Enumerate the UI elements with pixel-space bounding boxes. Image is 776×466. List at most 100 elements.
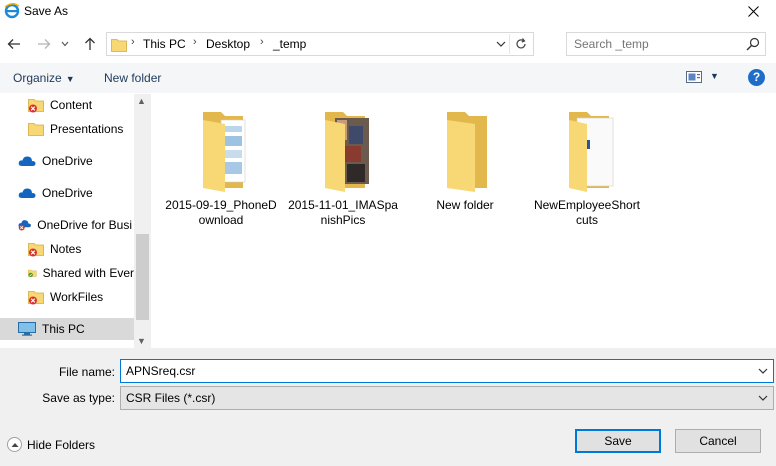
folder-thumbnail bbox=[303, 106, 383, 194]
save-as-type-label: Save as type: bbox=[42, 391, 115, 405]
folder-thumbnail bbox=[547, 106, 627, 194]
change-view-icon[interactable] bbox=[686, 71, 702, 83]
forward-button[interactable] bbox=[34, 33, 54, 55]
folder-error-icon bbox=[28, 291, 44, 305]
sidebar-item-label: OneDrive bbox=[42, 154, 93, 168]
up-arrow-icon bbox=[85, 37, 95, 50]
hide-folders-label: Hide Folders bbox=[27, 437, 96, 452]
folder-tile[interactable]: NewEmployeeShortcuts bbox=[531, 106, 643, 228]
refresh-button[interactable] bbox=[509, 34, 531, 54]
breadcrumb-temp[interactable]: _temp bbox=[273, 37, 306, 51]
folder-synced-icon bbox=[28, 269, 37, 278]
breadcrumb-this-pc[interactable]: This PC bbox=[143, 37, 186, 51]
refresh-icon bbox=[515, 38, 526, 49]
folder-with-documents-icon bbox=[203, 112, 246, 192]
folder-tile[interactable]: 2015-11-01_IMASpanishPics bbox=[287, 106, 399, 228]
folder-name: 2015-11-01_IMASpanishPics bbox=[288, 198, 398, 227]
sidebar-item-label: This PC bbox=[42, 322, 85, 336]
search-input[interactable] bbox=[574, 37, 744, 51]
file-list: 2015-09-19_PhoneDownload 2015-11-01_IMAS… bbox=[151, 94, 776, 348]
folder-icon bbox=[28, 123, 44, 136]
navigation-pane: Content Presentations OneDrive OneDrive bbox=[0, 94, 150, 346]
folder-tile[interactable]: 2015-09-19_PhoneDownload bbox=[165, 106, 277, 228]
organize-label: Organize bbox=[13, 71, 62, 85]
folder-name: 2015-09-19_PhoneDownload bbox=[165, 198, 277, 227]
scroll-up-icon[interactable]: ▲ bbox=[137, 96, 146, 106]
sidebar-item-label: Shared with Ever bbox=[42, 266, 134, 280]
breadcrumb-desktop[interactable]: Desktop bbox=[206, 37, 250, 51]
back-button[interactable] bbox=[4, 33, 24, 55]
save-as-dialog: Save As › This PC › Desktop › _temp Sear… bbox=[0, 0, 776, 466]
navigation-pane-scrollbar[interactable]: ▲ ▼ bbox=[134, 94, 151, 348]
navigation-row: › This PC › Desktop › _temp bbox=[0, 28, 776, 60]
search-box[interactable] bbox=[566, 32, 766, 56]
sidebar-item-onedrive-business[interactable]: OneDrive for Busi bbox=[18, 214, 132, 236]
folder-tile[interactable]: New folder bbox=[409, 106, 521, 213]
sidebar-item-label: WorkFiles bbox=[50, 290, 104, 304]
address-bar[interactable]: › This PC › Desktop › _temp bbox=[106, 32, 534, 56]
folder-name: NewEmployeeShortcuts bbox=[533, 198, 641, 227]
breadcrumb-separator-icon[interactable]: › bbox=[260, 36, 264, 48]
pc-icon bbox=[18, 322, 36, 336]
scrollbar-thumb[interactable] bbox=[136, 234, 149, 320]
file-name-combobox[interactable] bbox=[120, 359, 774, 383]
recent-locations-button[interactable] bbox=[58, 33, 72, 55]
hide-folders-button[interactable]: Hide Folders bbox=[7, 437, 95, 452]
sidebar-item-content[interactable]: Content bbox=[28, 94, 132, 116]
breadcrumb-separator-icon[interactable]: › bbox=[193, 36, 197, 48]
sidebar-item-label: Content bbox=[50, 98, 93, 112]
empty-folder-icon bbox=[447, 112, 487, 192]
sidebar-item-shared-with-everyone[interactable]: Shared with Ever bbox=[28, 262, 134, 284]
save-button[interactable]: Save bbox=[575, 429, 661, 453]
scroll-down-icon[interactable]: ▼ bbox=[137, 336, 146, 346]
onedrive-icon bbox=[18, 188, 36, 198]
sidebar-item-workfiles[interactable]: WorkFiles bbox=[28, 286, 132, 308]
folder-error-icon bbox=[28, 243, 44, 257]
address-dropdown-icon[interactable] bbox=[495, 37, 507, 51]
forward-arrow-icon bbox=[38, 39, 51, 49]
breadcrumb-separator-icon[interactable]: › bbox=[131, 36, 135, 48]
close-button[interactable] bbox=[730, 0, 776, 22]
sidebar-item-label: OneDrive bbox=[42, 186, 93, 200]
chevron-down-icon[interactable] bbox=[758, 366, 768, 376]
up-button[interactable] bbox=[80, 33, 100, 55]
sidebar-item-label: Presentations bbox=[50, 122, 124, 136]
save-as-type-value: CSR Files (*.csr) bbox=[126, 391, 216, 405]
sidebar-item-notes[interactable]: Notes bbox=[28, 238, 132, 260]
folder-error-icon bbox=[28, 99, 44, 113]
window-title: Save As bbox=[24, 4, 69, 18]
internet-explorer-icon bbox=[4, 3, 20, 19]
organize-menu[interactable]: Organize ▼ bbox=[13, 71, 75, 85]
chevron-down-icon[interactable] bbox=[758, 393, 768, 403]
sidebar-item-onedrive[interactable]: OneDrive bbox=[18, 150, 132, 172]
help-icon[interactable]: ? bbox=[748, 69, 765, 86]
caret-down-icon: ▼ bbox=[65, 74, 75, 84]
onedrive-icon bbox=[18, 156, 36, 166]
view-options-caret-icon[interactable]: ▼ bbox=[710, 71, 719, 81]
onedrive-error-icon bbox=[18, 220, 31, 231]
folder-icon bbox=[111, 39, 127, 52]
sidebar-item-this-pc[interactable]: This PC bbox=[0, 318, 134, 340]
search-icon[interactable] bbox=[746, 37, 760, 51]
folder-with-document-icon bbox=[569, 112, 614, 192]
cancel-button[interactable]: Cancel bbox=[675, 429, 761, 453]
sidebar-item-presentations[interactable]: Presentations bbox=[28, 118, 132, 140]
sidebar-item-onedrive-2[interactable]: OneDrive bbox=[18, 182, 132, 204]
file-name-label: File name: bbox=[58, 365, 115, 379]
folder-thumbnail bbox=[425, 106, 505, 194]
folder-with-photos-icon bbox=[325, 112, 369, 192]
sidebar-item-label: Notes bbox=[50, 242, 82, 256]
back-arrow-icon bbox=[7, 39, 20, 49]
title-bar: Save As bbox=[0, 0, 776, 24]
close-icon bbox=[747, 5, 759, 17]
sidebar-item-label: OneDrive for Busi bbox=[37, 218, 132, 232]
chevron-up-icon bbox=[7, 437, 22, 452]
new-folder-button[interactable]: New folder bbox=[104, 71, 161, 85]
chevron-down-icon bbox=[61, 41, 69, 47]
command-bar: Organize ▼ New folder ▼ ? bbox=[0, 63, 776, 93]
folder-thumbnail bbox=[181, 106, 261, 194]
save-options-pane: File name: Save as type: CSR Files (*.cs… bbox=[0, 348, 776, 466]
folder-name: New folder bbox=[436, 198, 494, 212]
save-as-type-select[interactable]: CSR Files (*.csr) bbox=[120, 386, 774, 410]
file-name-field[interactable] bbox=[126, 364, 726, 378]
